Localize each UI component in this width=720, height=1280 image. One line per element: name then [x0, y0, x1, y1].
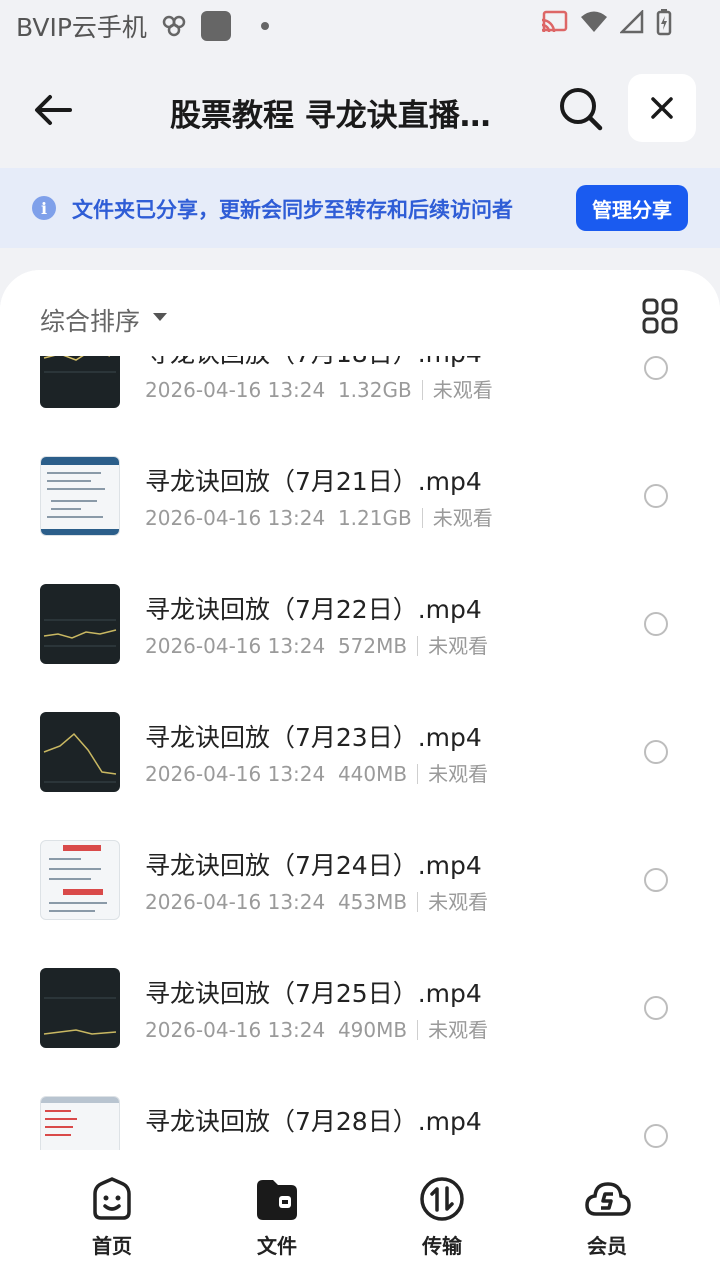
signal-icon — [620, 10, 644, 34]
file-name: 寻龙诀回放（7月22日）.mp4 — [145, 595, 482, 624]
nav-files[interactable]: 文件 — [222, 1176, 332, 1266]
grid-icon — [642, 298, 678, 334]
file-name: 寻龙诀回放（7月24日）.mp4 — [145, 851, 482, 880]
select-radio[interactable] — [644, 740, 668, 764]
sort-dropdown[interactable]: 综合排序 — [40, 302, 140, 338]
wifi-icon — [581, 11, 607, 32]
close-button[interactable] — [628, 74, 696, 142]
file-size: 1.21GB — [337, 506, 412, 530]
home-face-icon — [93, 1177, 131, 1220]
select-radio[interactable] — [644, 868, 668, 892]
file-size: 1.32GB — [337, 378, 412, 402]
file-date: 2026-04-16 13:24 — [145, 634, 326, 658]
search-icon — [560, 88, 603, 131]
nav-transfer[interactable]: 传输 — [387, 1176, 497, 1266]
file-meta: 2026-04-16 13:24 1.21GB 未观看 — [145, 502, 493, 531]
video-thumbnail — [40, 1096, 120, 1150]
file-size: 490MB — [337, 1018, 408, 1042]
video-thumbnail — [40, 356, 120, 408]
file-name: 寻龙诀回放（7月23日）.mp4 — [145, 723, 482, 752]
sort-bar: 综合排序 — [0, 270, 720, 356]
file-name: 寻龙诀回放（7月21日）.mp4 — [145, 467, 482, 496]
file-date: 2026-04-16 13:24 — [145, 762, 326, 786]
list-item[interactable]: 寻龙诀回放（7月18日）.mp4 2026-04-16 13:24 1.32GB… — [0, 356, 720, 456]
file-list-card: 综合排序 寻龙诀回放（7月18日）.mp4 2026-04-16 13:24 1… — [0, 270, 720, 1170]
list-item[interactable]: 寻龙诀回放（7月22日）.mp4 2026-04-16 13:24 572MB 未… — [0, 584, 720, 712]
select-radio[interactable] — [644, 1124, 668, 1148]
carrier-label: BVIP云手机 — [16, 13, 147, 42]
select-radio[interactable] — [644, 996, 668, 1020]
info-icon: i — [32, 196, 56, 220]
file-name: 寻龙诀回放（7月28日）.mp4 — [145, 1107, 482, 1136]
file-meta: 2026-04-16 13:24 440MB 未观看 — [145, 758, 488, 787]
page-title: 股票教程 寻龙诀直播回放 — [170, 98, 510, 134]
nav-home[interactable]: 首页 — [57, 1176, 167, 1266]
file-name: 寻龙诀回放（7月18日）.mp4 — [145, 356, 482, 370]
file-meta: 2026-04-16 13:24 453MB 未观看 — [145, 886, 488, 915]
file-list: 寻龙诀回放（7月18日）.mp4 2026-04-16 13:24 1.32GB… — [0, 356, 720, 1150]
file-date: 2026-04-16 13:24 — [145, 1018, 326, 1042]
list-item[interactable]: 寻龙诀回放（7月21日）.mp4 2026-04-16 13:24 1.21GB… — [0, 456, 720, 584]
file-size: 453MB — [337, 890, 408, 914]
watch-status: 未观看 — [432, 506, 493, 530]
file-name: 寻龙诀回放（7月25日）.mp4 — [145, 979, 482, 1008]
video-thumbnail — [40, 712, 120, 792]
manage-share-button[interactable]: 管理分享 — [576, 185, 688, 231]
file-date: 2026-04-16 13:24 — [145, 378, 326, 402]
folder-icon — [257, 1180, 297, 1220]
list-item[interactable]: 寻龙诀回放（7月25日）.mp4 2026-04-16 13:24 490MB 未… — [0, 968, 720, 1096]
search-button[interactable] — [556, 84, 606, 134]
file-date: 2026-04-16 13:24 — [145, 506, 326, 530]
file-meta: 2026-04-16 13:24 572MB 未观看 — [145, 630, 488, 659]
watch-status: 未观看 — [428, 890, 489, 914]
file-meta: 2026-04-16 13:24 1.32GB 未观看 — [145, 374, 493, 403]
list-item[interactable]: 寻龙诀回放（7月28日）.mp4 — [0, 1096, 720, 1150]
select-radio[interactable] — [644, 484, 668, 508]
file-date: 2026-04-16 13:24 — [145, 890, 326, 914]
more-notifications-dot — [260, 22, 269, 30]
file-size: 572MB — [337, 634, 408, 658]
list-item[interactable]: 寻龙诀回放（7月24日）.mp4 2026-04-16 13:24 453MB 未… — [0, 840, 720, 968]
watch-status: 未观看 — [432, 378, 493, 402]
file-meta: 2026-04-16 13:24 490MB 未观看 — [145, 1014, 488, 1043]
status-bar: BVIP云手机 — [0, 0, 720, 52]
watch-status: 未观看 — [428, 634, 489, 658]
bottom-nav: 首页 文件 传输 会员 — [0, 1152, 720, 1280]
select-radio[interactable] — [644, 356, 668, 380]
file-size: 440MB — [337, 762, 408, 786]
battery-icon — [656, 9, 672, 36]
transfer-icon — [420, 1177, 464, 1221]
video-thumbnail — [40, 840, 120, 920]
app-notification-icon — [200, 11, 231, 41]
select-radio[interactable] — [644, 612, 668, 636]
header: 股票教程 寻龙诀直播回放 — [0, 52, 720, 168]
nav-home-label: 首页 — [92, 1234, 132, 1258]
video-thumbnail — [40, 584, 120, 664]
grid-view-button[interactable] — [642, 298, 678, 334]
nav-files-label: 文件 — [257, 1234, 297, 1258]
nav-vip-label: 会员 — [587, 1234, 627, 1258]
video-thumbnail — [40, 968, 120, 1048]
watch-status: 未观看 — [428, 762, 489, 786]
nav-transfer-label: 传输 — [422, 1234, 462, 1258]
caret-down-icon[interactable] — [153, 313, 167, 321]
list-item[interactable]: 寻龙诀回放（7月23日）.mp4 2026-04-16 13:24 440MB 未… — [0, 712, 720, 840]
watch-status: 未观看 — [428, 1018, 489, 1042]
share-banner: i 文件夹已分享，更新会同步至转存和后续访问者 管理分享 — [0, 168, 720, 248]
vip-cloud-icon — [585, 1182, 631, 1216]
share-notice-text: 文件夹已分享，更新会同步至转存和后续访问者 — [72, 198, 513, 222]
cluster-icon — [162, 15, 186, 37]
video-thumbnail — [40, 456, 120, 536]
cast-icon — [541, 10, 568, 33]
nav-vip[interactable]: 会员 — [552, 1176, 662, 1266]
close-icon — [651, 97, 673, 119]
back-button[interactable] — [30, 86, 78, 134]
arrow-left-icon — [35, 95, 72, 125]
